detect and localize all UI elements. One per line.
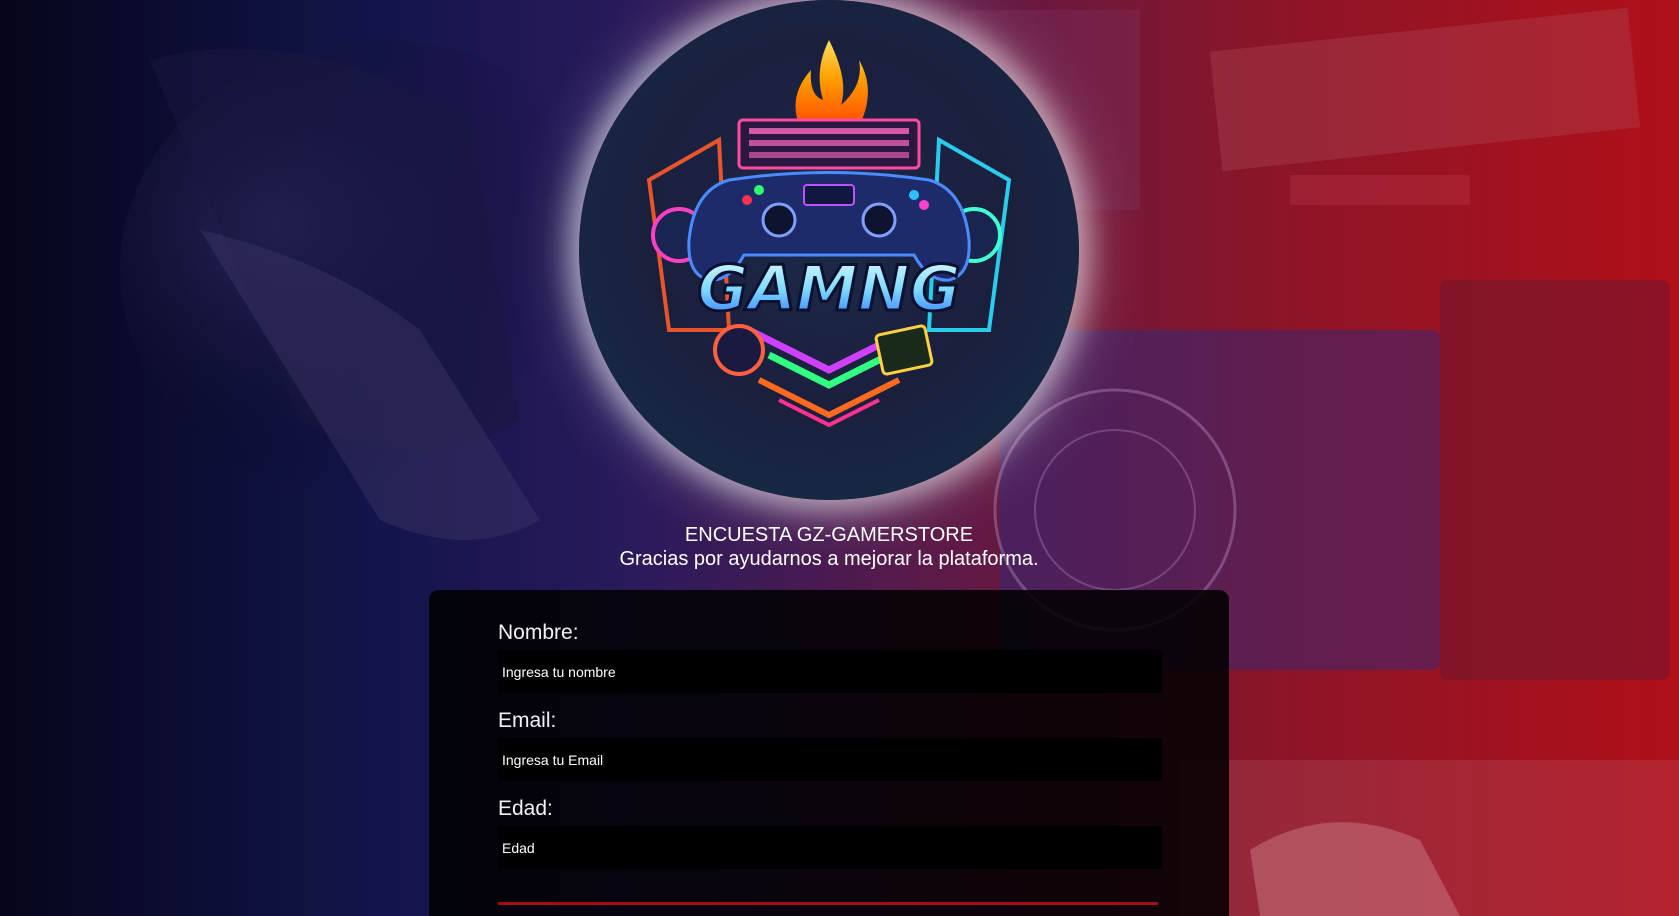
survey-intro: ENCUESTA GZ-GAMERSTORE Gracias por ayuda…	[0, 523, 1658, 571]
survey-form: Nombre: Email: Edad:	[429, 590, 1229, 916]
email-input[interactable]	[498, 738, 1162, 781]
gaming-logo: GAMNG	[579, 0, 1079, 500]
divider	[498, 902, 1158, 905]
survey-page: GAMNG ENCUESTA GZ-GAMERSTORE Gracias por…	[0, 0, 1679, 916]
page-subtitle: Gracias por ayudarnos a mejorar la plata…	[619, 548, 1039, 570]
logo-text: GAMNG	[697, 252, 960, 325]
gaming-controller-logo-icon: GAMNG	[579, 0, 1079, 500]
page-title: ENCUESTA GZ-GAMERSTORE	[684, 524, 974, 546]
email-label: Email:	[498, 709, 557, 732]
name-label: Nombre:	[498, 621, 579, 644]
age-label: Edad:	[498, 797, 553, 820]
age-input[interactable]	[498, 826, 1162, 869]
name-input[interactable]	[498, 650, 1162, 693]
